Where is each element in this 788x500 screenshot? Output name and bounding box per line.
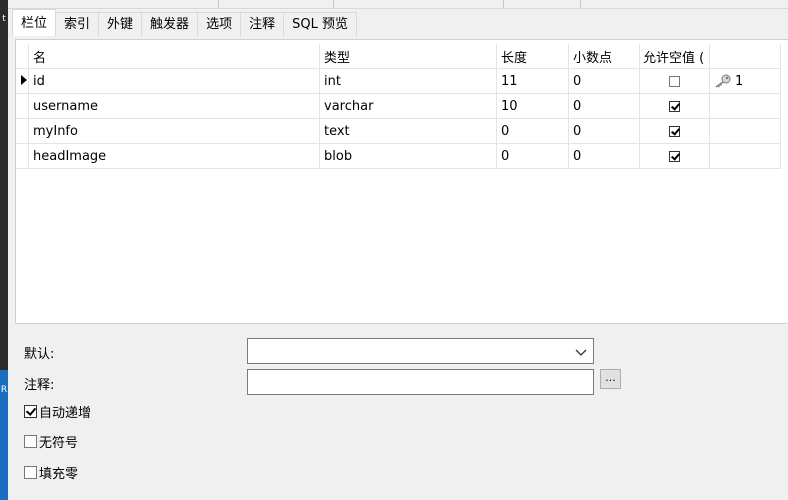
nullable-checkbox[interactable]: [669, 150, 680, 162]
zerofill-option[interactable]: 填充零: [24, 463, 78, 482]
default-value-combobox[interactable]: [247, 338, 594, 364]
cell-nullable: [639, 68, 710, 94]
cell-type[interactable]: int: [319, 68, 497, 94]
auto-increment-option[interactable]: 自动递增: [24, 402, 91, 421]
table-row[interactable]: myInfo text 0 0: [16, 118, 781, 144]
cell-nullable: [639, 93, 710, 119]
cell-nullable: [639, 143, 710, 169]
tab-sql-preview[interactable]: SQL 预览: [283, 12, 357, 36]
row-pointer-icon: [21, 74, 27, 85]
comment-label: 注释:: [24, 378, 55, 393]
cell-decimals[interactable]: 0: [568, 68, 640, 94]
nullable-checkbox[interactable]: [669, 125, 680, 137]
cell-length[interactable]: 0: [496, 118, 569, 144]
top-toolbar-edge: [8, 0, 788, 9]
column-header-decimals[interactable]: 小数点: [568, 44, 640, 69]
cell-nullable: [639, 118, 710, 144]
tab-indexes[interactable]: 索引: [55, 12, 100, 36]
table-row[interactable]: headImage blob 0 0: [16, 143, 781, 169]
left-strip-mark: t: [2, 14, 6, 24]
cell-name[interactable]: username: [28, 93, 320, 119]
cell-key[interactable]: [709, 143, 781, 169]
left-window-edge: t 划 R: [0, 0, 8, 500]
row-indicator: [16, 118, 29, 144]
zerofill-checkbox[interactable]: [24, 466, 37, 479]
row-indicator: [16, 143, 29, 169]
column-header-length[interactable]: 长度: [496, 44, 569, 69]
fields-grid[interactable]: 名 类型 长度 小数点 允许空值 ( id int 11 0 1 usernam…: [15, 39, 788, 324]
primary-key-icon: [715, 74, 731, 88]
tab-comment[interactable]: 注释: [240, 12, 285, 36]
tab-triggers[interactable]: 触发器: [141, 12, 199, 36]
cell-decimals[interactable]: 0: [568, 93, 640, 119]
unsigned-checkbox[interactable]: [24, 435, 37, 448]
cell-type[interactable]: varchar: [319, 93, 497, 119]
cell-length[interactable]: 11: [496, 68, 569, 94]
column-header-nullable[interactable]: 允许空值 (: [639, 44, 710, 69]
left-strip-mark: R: [0, 385, 8, 395]
cell-name[interactable]: headImage: [28, 143, 320, 169]
row-indicator-header: [16, 44, 29, 69]
comment-input[interactable]: [247, 369, 594, 395]
table-row[interactable]: id int 11 0 1: [16, 68, 781, 94]
cell-name[interactable]: id: [28, 68, 320, 94]
default-label: 默认:: [24, 347, 55, 362]
table-header-row: 名 类型 长度 小数点 允许空值 (: [16, 44, 781, 69]
cell-key[interactable]: [709, 118, 781, 144]
table-row[interactable]: username varchar 10 0: [16, 93, 781, 119]
tab-options[interactable]: 选项: [197, 12, 242, 36]
cell-length[interactable]: 0: [496, 143, 569, 169]
unsigned-label: 无符号: [39, 436, 79, 451]
nullable-checkbox[interactable]: [669, 75, 680, 87]
cell-decimals[interactable]: 0: [568, 143, 640, 169]
row-indicator: [16, 93, 29, 119]
column-header-name[interactable]: 名: [28, 44, 320, 69]
current-row-indicator: [16, 68, 29, 94]
fields-table: 名 类型 长度 小数点 允许空值 ( id int 11 0 1 usernam…: [16, 44, 781, 169]
key-order: 1: [735, 73, 744, 89]
auto-increment-checkbox[interactable]: [24, 405, 37, 418]
cell-type[interactable]: text: [319, 118, 497, 144]
cell-length[interactable]: 10: [496, 93, 569, 119]
auto-increment-label: 自动递增: [39, 406, 92, 421]
chevron-down-icon[interactable]: [575, 346, 587, 358]
column-header-type[interactable]: 类型: [319, 44, 497, 69]
cell-type[interactable]: blob: [319, 143, 497, 169]
tab-fields[interactable]: 栏位: [12, 9, 57, 36]
cell-key[interactable]: [709, 93, 781, 119]
cell-name[interactable]: myInfo: [28, 118, 320, 144]
nullable-checkbox[interactable]: [669, 100, 680, 112]
column-header-key[interactable]: [709, 44, 781, 69]
cell-decimals[interactable]: 0: [568, 118, 640, 144]
cell-key[interactable]: 1: [709, 68, 781, 94]
unsigned-option[interactable]: 无符号: [24, 432, 78, 451]
designer-tab-strip: 栏位 索引 外键 触发器 选项 注释 SQL 预览: [12, 9, 357, 36]
comment-ellipsis-button[interactable]: ...: [600, 369, 621, 389]
tab-foreign-keys[interactable]: 外键: [98, 12, 143, 36]
zerofill-label: 填充零: [39, 467, 79, 482]
